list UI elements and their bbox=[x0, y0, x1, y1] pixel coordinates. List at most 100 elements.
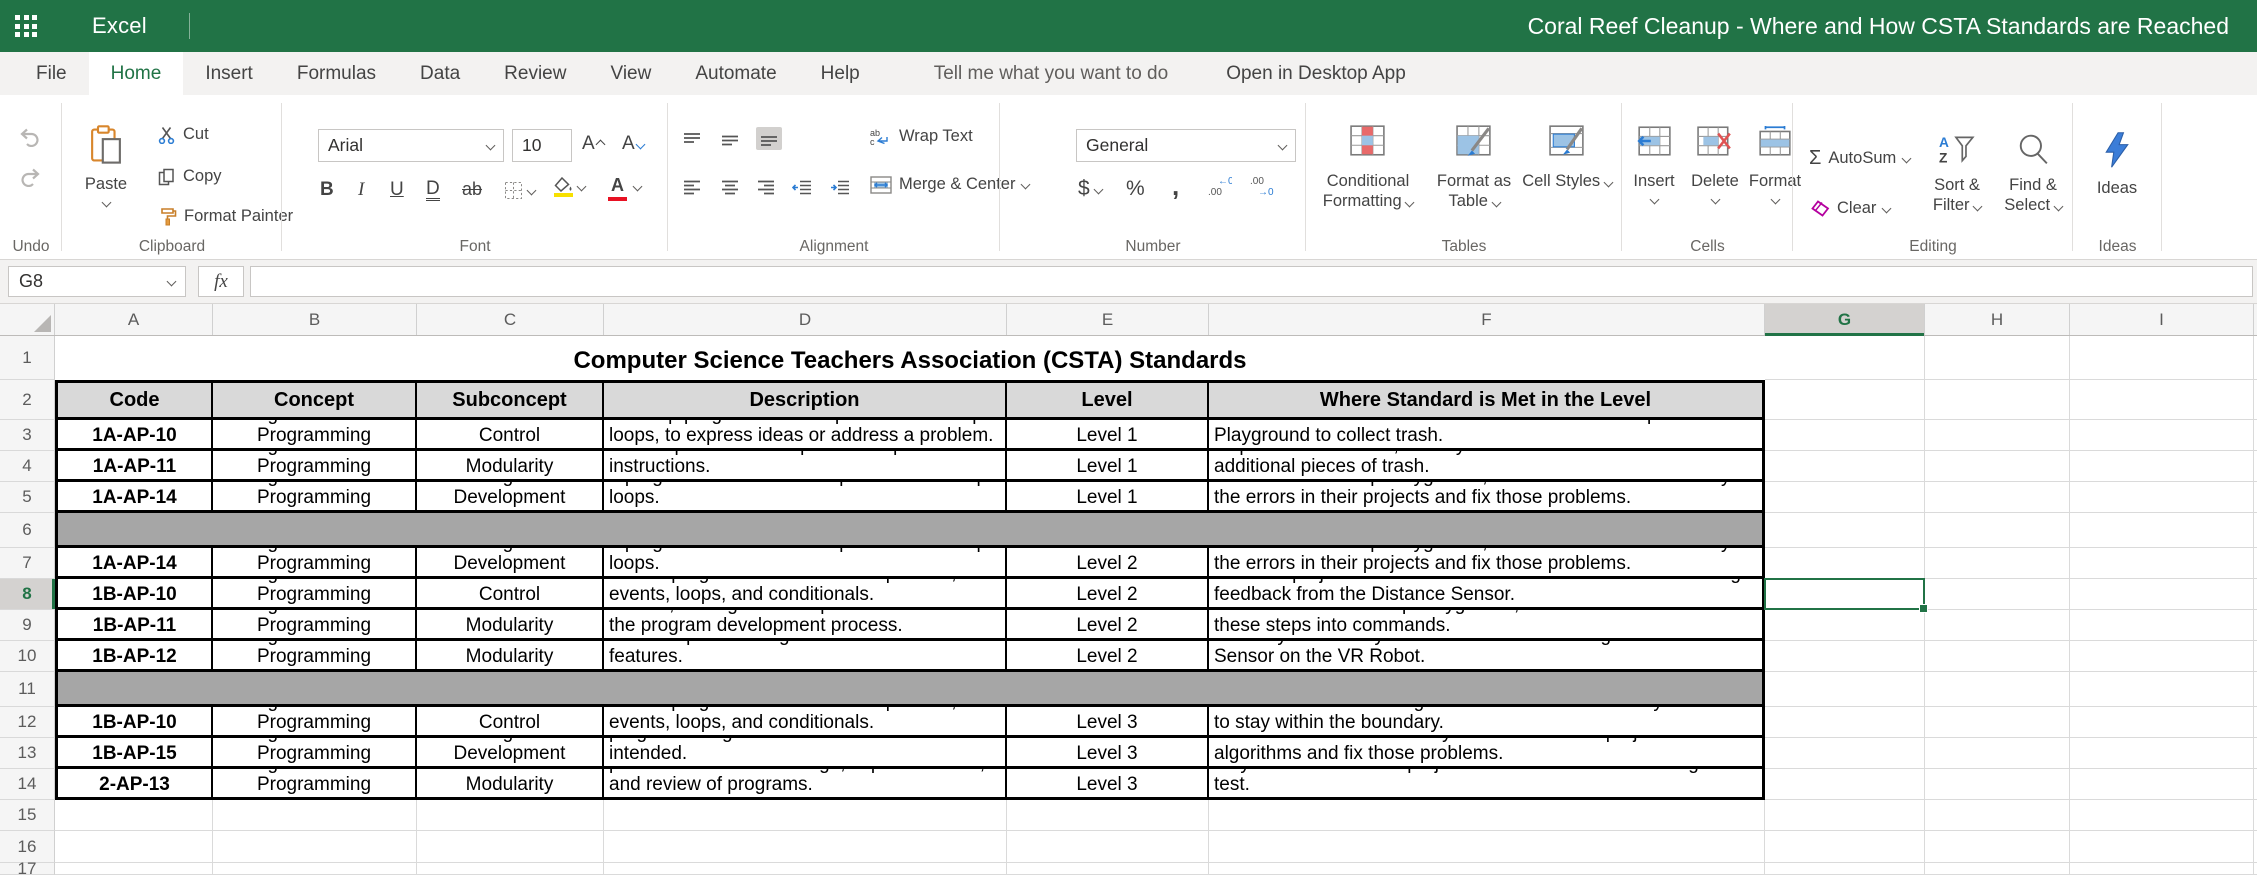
increase-font-size-button[interactable]: A bbox=[582, 133, 604, 155]
align-center-button[interactable] bbox=[720, 179, 740, 196]
cell-G12[interactable] bbox=[1765, 707, 1925, 738]
column-header-F[interactable]: F bbox=[1209, 304, 1765, 335]
cell-G3[interactable] bbox=[1765, 420, 1925, 451]
cell-H10[interactable] bbox=[1925, 641, 2070, 672]
row-header-10[interactable]: 10 bbox=[0, 641, 55, 672]
cell-E17[interactable] bbox=[1007, 863, 1209, 875]
cell-I10[interactable] bbox=[2070, 641, 2254, 672]
cell-H3[interactable] bbox=[1925, 420, 2070, 451]
cell-D15[interactable] bbox=[604, 800, 1007, 831]
menu-tab-formulas[interactable]: Formulas bbox=[275, 52, 398, 95]
menu-tab-file[interactable]: File bbox=[14, 52, 89, 95]
cell-I17[interactable] bbox=[2070, 863, 2254, 875]
italic-button[interactable]: I bbox=[358, 179, 364, 201]
cell-E5[interactable]: Level 1 bbox=[1007, 482, 1209, 513]
cell-C16[interactable] bbox=[417, 831, 604, 863]
row-header-1[interactable]: 1 bbox=[0, 336, 55, 380]
cell-F16[interactable] bbox=[1209, 831, 1765, 863]
cell-A7[interactable]: 1A-AP-14 bbox=[55, 548, 213, 579]
cell-H13[interactable] bbox=[1925, 738, 2070, 769]
cell-B12[interactable]: Algorithms andProgramming bbox=[213, 707, 417, 738]
cell-I7[interactable] bbox=[2070, 548, 2254, 579]
row-header-12[interactable]: 12 bbox=[0, 707, 55, 738]
name-box[interactable]: G8 bbox=[8, 266, 186, 297]
decrease-font-size-button[interactable]: A bbox=[622, 133, 644, 155]
row-header-3[interactable]: 3 bbox=[0, 420, 55, 451]
menu-tab-help[interactable]: Help bbox=[799, 52, 882, 95]
cell-B14[interactable]: Algorithms andProgramming bbox=[213, 769, 417, 800]
cut-button[interactable]: Cut bbox=[158, 125, 209, 144]
chevron-down-icon[interactable] bbox=[578, 183, 585, 190]
cell-F17[interactable] bbox=[1209, 863, 1765, 875]
table-header-A2[interactable]: Code bbox=[55, 380, 213, 420]
cell-I11[interactable] bbox=[2070, 672, 2254, 707]
cell-B3[interactable]: Algorithms andProgramming bbox=[213, 420, 417, 451]
table-header-E2[interactable]: Level bbox=[1007, 380, 1209, 420]
align-right-button[interactable] bbox=[756, 179, 776, 196]
cell-F14[interactable]: they can iterate on the project to colle… bbox=[1209, 769, 1765, 800]
cell-E8[interactable]: Level 2 bbox=[1007, 579, 1209, 610]
cell-B5[interactable]: Algorithms andProgramming bbox=[213, 482, 417, 513]
cell-C14[interactable]: Modularity bbox=[417, 769, 604, 800]
table-header-B2[interactable]: Concept bbox=[213, 380, 417, 420]
undo-button[interactable] bbox=[18, 127, 42, 147]
row-header-5[interactable]: 5 bbox=[0, 482, 55, 513]
cell-D5[interactable]: a program that includes sequences and si… bbox=[604, 482, 1007, 513]
percent-format-button[interactable]: % bbox=[1126, 177, 1145, 201]
cell-D13[interactable]: program or algorithm to ensure it runs a… bbox=[604, 738, 1007, 769]
cell-A5[interactable]: 1A-AP-14 bbox=[55, 482, 213, 513]
cell-G15[interactable] bbox=[1765, 800, 1925, 831]
fill-handle[interactable] bbox=[1919, 604, 1928, 613]
font-family-select[interactable]: Arial bbox=[318, 129, 504, 162]
app-launcher-button[interactable] bbox=[0, 0, 52, 52]
cell-H5[interactable] bbox=[1925, 482, 2070, 513]
row-header-6[interactable]: 6 bbox=[0, 513, 55, 548]
cell-H2[interactable] bbox=[1925, 380, 2070, 420]
cell-G5[interactable] bbox=[1765, 482, 1925, 513]
cell-C3[interactable]: Control bbox=[417, 420, 604, 451]
align-bottom-button[interactable] bbox=[756, 127, 782, 150]
row-header-9[interactable]: 9 bbox=[0, 610, 55, 641]
increase-decimal-button[interactable]: ←0.00 bbox=[1206, 175, 1232, 197]
cell-H7[interactable] bbox=[1925, 548, 2070, 579]
cell-D10[interactable]: to develop something new or add more adv… bbox=[604, 641, 1007, 672]
cell-E14[interactable]: Level 3 bbox=[1007, 769, 1209, 800]
cell-H8[interactable] bbox=[1925, 579, 2070, 610]
menu-tab-view[interactable]: View bbox=[588, 52, 673, 95]
cell-I1[interactable] bbox=[2070, 336, 2254, 380]
delete-cells-button[interactable]: Delete bbox=[1688, 125, 1742, 203]
cell-D7[interactable]: a program that includes sequences and si… bbox=[604, 548, 1007, 579]
underline-button[interactable]: U bbox=[390, 179, 404, 201]
menu-tab-insert[interactable]: Insert bbox=[183, 52, 275, 95]
column-header-D[interactable]: D bbox=[604, 304, 1007, 335]
cell-B16[interactable] bbox=[213, 831, 417, 863]
menu-tab-review[interactable]: Review bbox=[482, 52, 588, 95]
cell-I14[interactable] bbox=[2070, 769, 2254, 800]
cell-A12[interactable]: 1B-AP-10 bbox=[55, 707, 213, 738]
chevron-down-icon[interactable] bbox=[634, 183, 641, 190]
cell-D4[interactable]: solve a problem into a precise sequence … bbox=[604, 451, 1007, 482]
cell-B7[interactable]: Algorithms andProgramming bbox=[213, 548, 417, 579]
cell-F5[interactable]: Coral Reef Cleanup Playground, students … bbox=[1209, 482, 1765, 513]
cell-D8[interactable]: Create programs that include sequences,e… bbox=[604, 579, 1007, 610]
cell-I8[interactable] bbox=[2070, 579, 2254, 610]
column-header-B[interactable]: B bbox=[213, 304, 417, 335]
cell-H9[interactable] bbox=[1925, 610, 2070, 641]
cell-A14[interactable]: 2-AP-13 bbox=[55, 769, 213, 800]
cell-C10[interactable]: Modularity bbox=[417, 641, 604, 672]
fill-color-button[interactable] bbox=[554, 177, 573, 197]
cell-E4[interactable]: Level 1 bbox=[1007, 451, 1209, 482]
cell-A3[interactable]: 1A-AP-10 bbox=[55, 420, 213, 451]
double-underline-button[interactable]: D bbox=[426, 179, 440, 201]
cell-G4[interactable] bbox=[1765, 451, 1925, 482]
cell-G9[interactable] bbox=[1765, 610, 1925, 641]
cell-F9[interactable]: the Coral Reef Cleanup Playground, stude… bbox=[1209, 610, 1765, 641]
cell-I4[interactable] bbox=[2070, 451, 2254, 482]
find-select-button[interactable]: Find & Select bbox=[1997, 133, 2069, 215]
font-color-button[interactable]: A bbox=[608, 175, 627, 201]
bold-button[interactable]: B bbox=[320, 179, 334, 201]
cell-G11[interactable] bbox=[1765, 672, 1925, 707]
number-format-select[interactable]: General bbox=[1076, 129, 1296, 162]
align-middle-button[interactable] bbox=[720, 131, 740, 148]
currency-format-button[interactable]: $ bbox=[1078, 177, 1102, 201]
